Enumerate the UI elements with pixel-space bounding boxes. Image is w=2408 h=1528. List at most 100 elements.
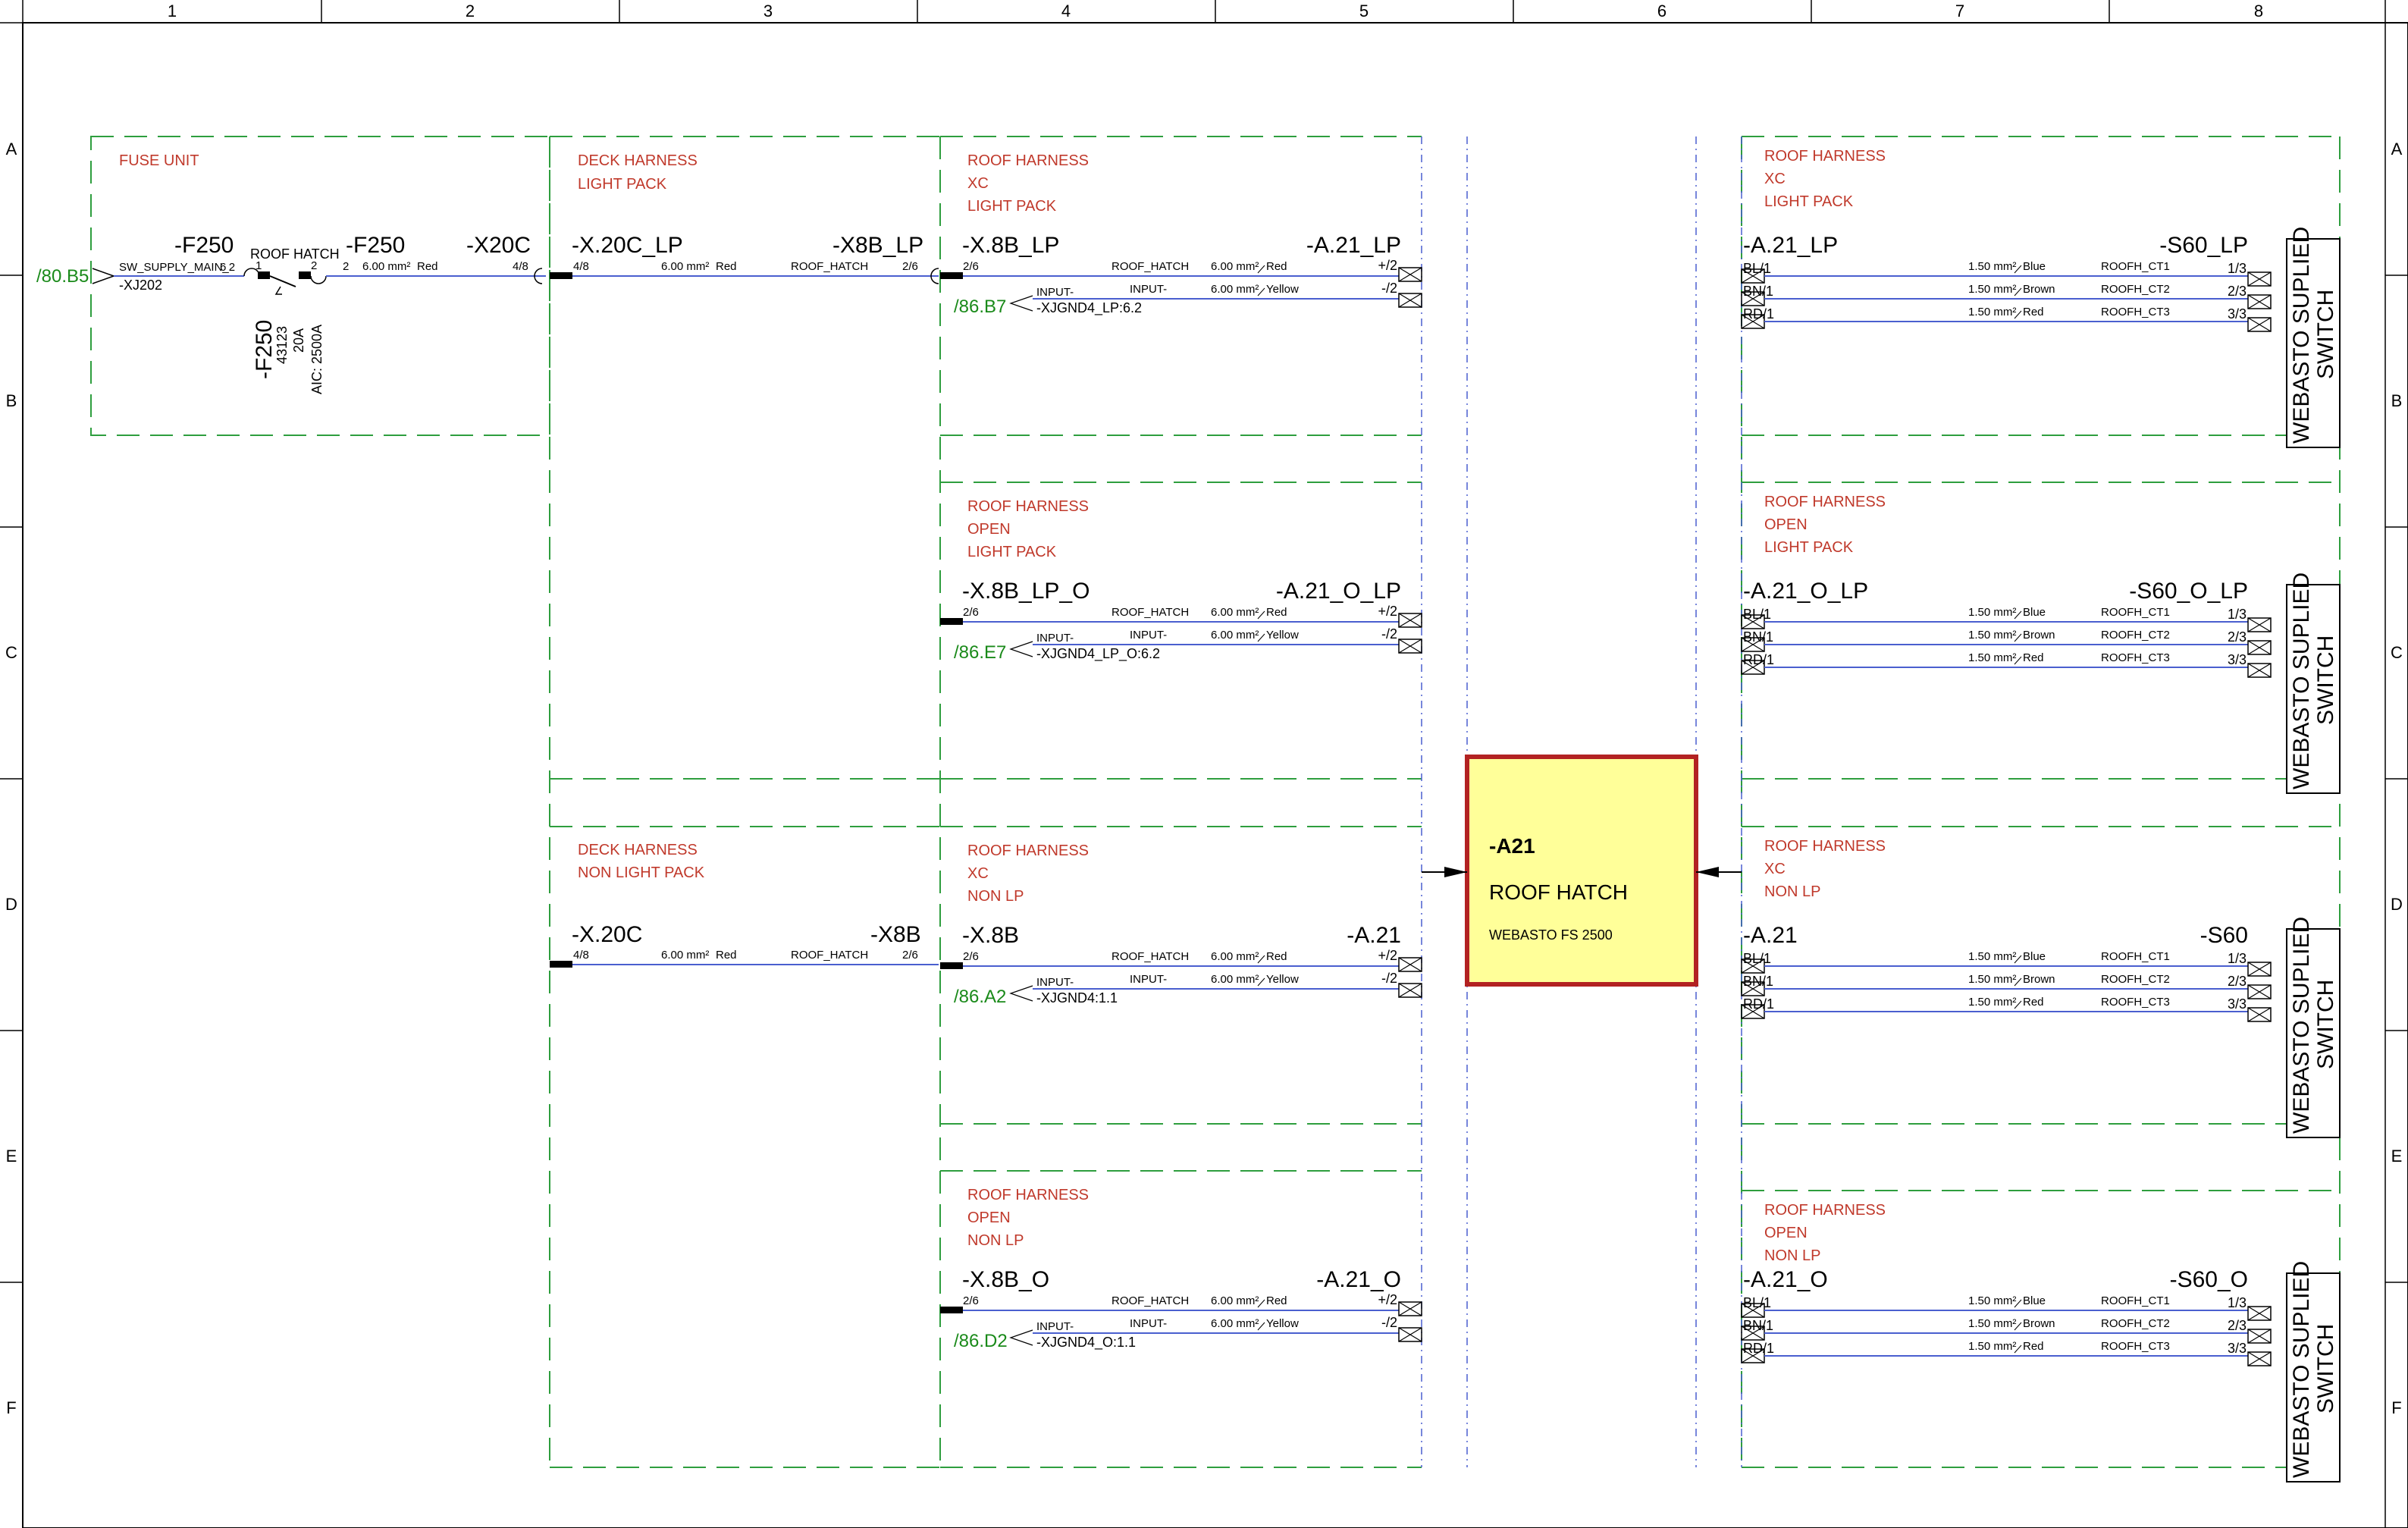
wire-color: Blue: [2023, 606, 2046, 619]
wire-color: Blue: [2023, 1294, 2046, 1307]
wire-size: 6.00 mm²: [1211, 629, 1259, 642]
wire-color: Red: [417, 260, 438, 273]
cross-ref[interactable]: /86.A2: [954, 987, 1006, 1007]
fuse-tag-left: -F250: [174, 233, 234, 258]
switch-block-header-2: OPEN: [1764, 1225, 1808, 1241]
schematic-sheet: 1 2 3 4 5 6 7 8 A B C D E F A B C D E F: [0, 0, 2408, 1528]
wire-color: Red: [2023, 1340, 2044, 1353]
roof-block-header-1: ROOF HARNESS: [967, 1187, 1089, 1203]
wire-color: Yellow: [1266, 283, 1299, 296]
wire-size: 1.50 mm²: [1968, 651, 2016, 664]
wire-size: 6.00 mm²: [1211, 973, 1259, 986]
switch-label-1: WEBASTO SUPLIED: [2289, 573, 2314, 789]
switch-block-header-2: OPEN: [1764, 516, 1808, 533]
wire-color: Blue: [2023, 950, 2046, 963]
wire-name: ROOFH_CT2: [2101, 629, 2170, 642]
column-label: 8: [2254, 2, 2263, 20]
roof-hatch-device[interactable]: -A21 ROOF HATCH WEBASTO FS 2500: [1422, 755, 1742, 987]
switch-pin-left: RD/1: [1743, 996, 1774, 1012]
wire-size: 1.50 mm²: [1968, 1340, 2016, 1353]
switch-block-header-1: ROOF HARNESS: [1764, 1202, 1886, 1219]
wire-color: Red: [1266, 260, 1287, 273]
column-label: 5: [1359, 2, 1369, 20]
wire-size: 6.00 mm²: [1211, 1294, 1259, 1307]
wire-name: ROOF_HATCH: [1112, 260, 1189, 273]
deck-nlp-wire-size: 6.00 mm²: [661, 949, 709, 962]
roof-block-header-1: ROOF HARNESS: [967, 152, 1089, 169]
deck-nlp-left-pin: 4/8: [573, 949, 589, 962]
column-label: 3: [763, 2, 773, 20]
roof-block-left-pin: 2/6: [963, 950, 979, 963]
deck-nlp-wire-color: Red: [716, 949, 737, 962]
roof-block-header-2: OPEN: [967, 521, 1011, 538]
deck-nlp-header-1: DECK HARNESS: [578, 842, 698, 858]
wire-name: ROOF_HATCH: [1112, 606, 1189, 619]
input-label: INPUT-: [1036, 1320, 1074, 1333]
wire-name: ROOFH_CT1: [2101, 950, 2170, 963]
supply-label: SW_SUPPLY_MAIN_2: [119, 261, 235, 274]
fuse-tag-right: -F250: [346, 233, 405, 258]
fuse-aic: AIC: 2500A: [309, 325, 325, 394]
switch-pin-left: BN/1: [1743, 974, 1773, 989]
roof-block-left-pin: 2/6: [963, 606, 979, 619]
row-label: B: [6, 391, 17, 410]
wire-size: 6.00 mm²: [362, 260, 410, 273]
connector-x20c: -X20C: [466, 233, 531, 258]
device-model: WEBASTO FS 2500: [1489, 927, 1613, 943]
x20c-pin: 4/8: [513, 260, 528, 273]
row-label: F: [2391, 1398, 2401, 1417]
wire-pin: -/2: [1381, 971, 1397, 986]
cross-ref-in[interactable]: /80.B5: [36, 266, 89, 287]
switch-block-right-connector: -S60: [2200, 923, 2248, 948]
wire-name: ROOFH_CT1: [2101, 1294, 2170, 1307]
switch-block-header-3: LIGHT PACK: [1764, 539, 1854, 556]
wire-name: ROOFH_CT2: [2101, 1317, 2170, 1330]
device-name: ROOF HATCH: [1489, 880, 1628, 904]
wire-color: Brown: [2023, 283, 2055, 296]
switch-pin-right: 3/3: [2228, 652, 2247, 667]
input-label: INPUT-: [1036, 976, 1074, 989]
switch-pin-left: BN/1: [1743, 284, 1773, 299]
device-box[interactable]: [1465, 755, 1698, 987]
switch-pin-left: BL/1: [1743, 951, 1771, 966]
wire-pin: -/2: [1381, 1315, 1397, 1330]
row-label: F: [6, 1398, 16, 1417]
wire-color: Red: [2023, 996, 2044, 1009]
wire-color: Yellow: [1266, 1317, 1299, 1330]
switch-label-2: SWITCH: [2313, 1324, 2338, 1413]
cross-ref[interactable]: /86.D2: [954, 1331, 1008, 1351]
fuse-pin-2: 2: [311, 259, 317, 272]
switch-pin-right: 2/3: [2228, 629, 2247, 645]
switch-pin-right: 3/3: [2228, 1341, 2247, 1356]
switch-block-header-1: ROOF HARNESS: [1764, 148, 1886, 165]
switch-block-header-1: ROOF HARNESS: [1764, 838, 1886, 855]
switch-pin-left: RD/1: [1743, 1341, 1774, 1356]
cross-ref[interactable]: /86.E7: [954, 642, 1006, 663]
fuse-part: 43123: [274, 326, 290, 364]
wire-name: INPUT-: [1130, 283, 1167, 296]
wire-color: Red: [1266, 950, 1287, 963]
wire-size: 1.50 mm²: [1968, 996, 2016, 1009]
deck-lp-left: -X.20C_LP: [572, 233, 683, 258]
deck-lp-right: -X8B_LP: [832, 233, 923, 258]
roof-block-right-connector: -A.21_O: [1316, 1267, 1401, 1292]
supply-pin: 6: [220, 261, 226, 274]
wire-pin: -/2: [1381, 281, 1397, 296]
row-label: A: [6, 140, 17, 158]
switch-pin-right: 2/3: [2228, 1318, 2247, 1333]
roof-block-left-connector: -X.8B_LP: [962, 233, 1059, 258]
wire-color: Yellow: [1266, 629, 1299, 642]
wire-size: 1.50 mm²: [1968, 260, 2016, 273]
cross-ref[interactable]: /86.B7: [954, 297, 1006, 317]
wire-color: Red: [1266, 1294, 1287, 1307]
wire-pin: +/2: [1378, 604, 1397, 619]
deck-lp-header-2: LIGHT PACK: [578, 176, 667, 193]
switch-label-1: WEBASTO SUPLIED: [2289, 227, 2314, 444]
deck-nlp-left: -X.20C: [572, 922, 642, 947]
wire-pin: +/2: [1378, 1292, 1397, 1307]
wire-color: Brown: [2023, 973, 2055, 986]
roof-block-header-3: LIGHT PACK: [967, 198, 1057, 215]
wire-size: 1.50 mm²: [1968, 1317, 2016, 1330]
switch-label-2: SWITCH: [2313, 980, 2338, 1069]
ground-connector: -XJGND4_LP_O:6.2: [1036, 646, 1160, 662]
